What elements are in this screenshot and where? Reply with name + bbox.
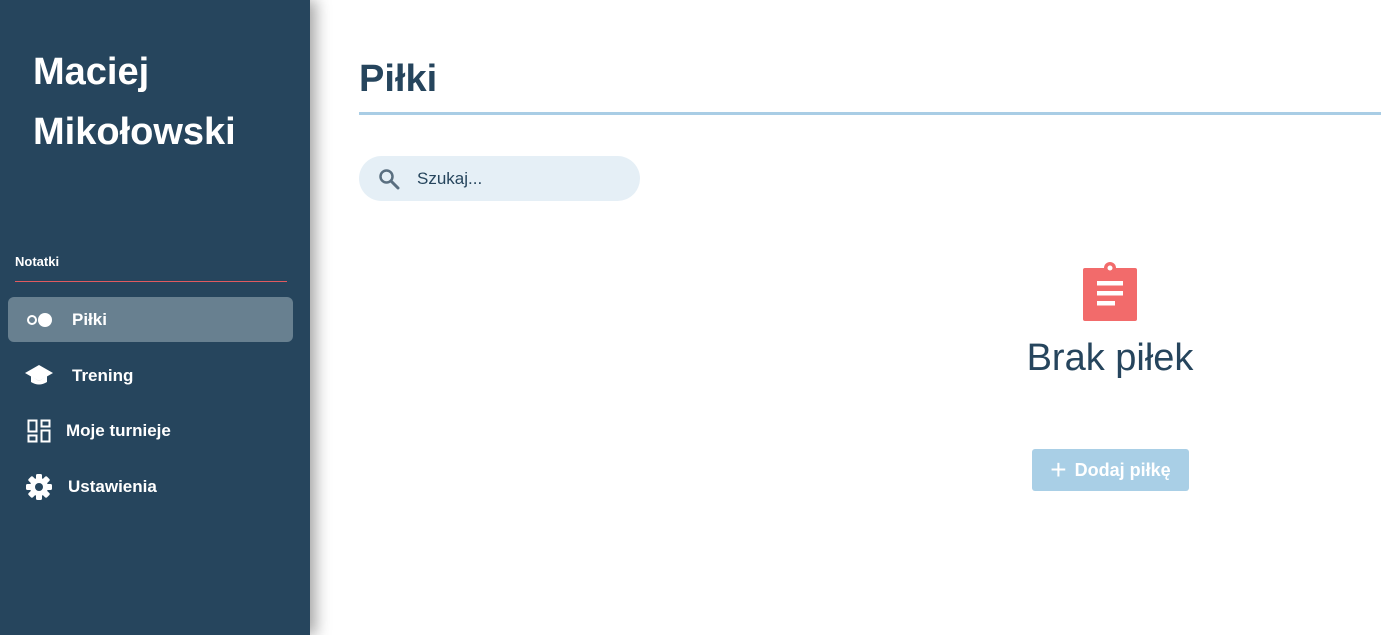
graduation-cap-icon (24, 361, 54, 391)
page-title: Piłki (359, 58, 438, 100)
search-box[interactable] (359, 156, 640, 201)
section-label: Notatki (15, 254, 60, 269)
sidebar-item-ustawienia[interactable]: Ustawienia (8, 464, 293, 509)
sidebar-item-label: Ustawienia (68, 476, 157, 496)
search-input[interactable] (417, 168, 617, 189)
sidebar-item-pilki[interactable]: Piłki (8, 297, 293, 342)
sidebar-item-label: Piłki (72, 309, 107, 329)
empty-state-text: Brak piłek (1026, 337, 1194, 379)
main-content: Piłki Brak piłek + Dodaj piłkę (310, 0, 1381, 635)
sidebar: Maciej Mikołowski Notatki Piłki Trening (0, 0, 310, 635)
sidebar-item-label: Moje turnieje (66, 420, 171, 440)
balls-icon (24, 305, 54, 335)
title-divider (359, 112, 1381, 115)
gear-icon (24, 472, 54, 502)
add-ball-button-label: Dodaj piłkę (1074, 459, 1171, 480)
plus-icon: + (1050, 454, 1067, 485)
sidebar-item-trening[interactable]: Trening (8, 353, 293, 398)
add-ball-button[interactable]: + Dodaj piłkę (1032, 449, 1189, 491)
clipboard-icon (1082, 262, 1138, 322)
user-name: Maciej Mikołowski (33, 51, 236, 153)
section-divider (15, 281, 287, 282)
dashboard-icon (24, 416, 54, 446)
sidebar-item-label: Trening (72, 365, 134, 385)
sidebar-item-moje-turnieje[interactable]: Moje turnieje (8, 408, 293, 453)
search-icon (377, 167, 401, 191)
